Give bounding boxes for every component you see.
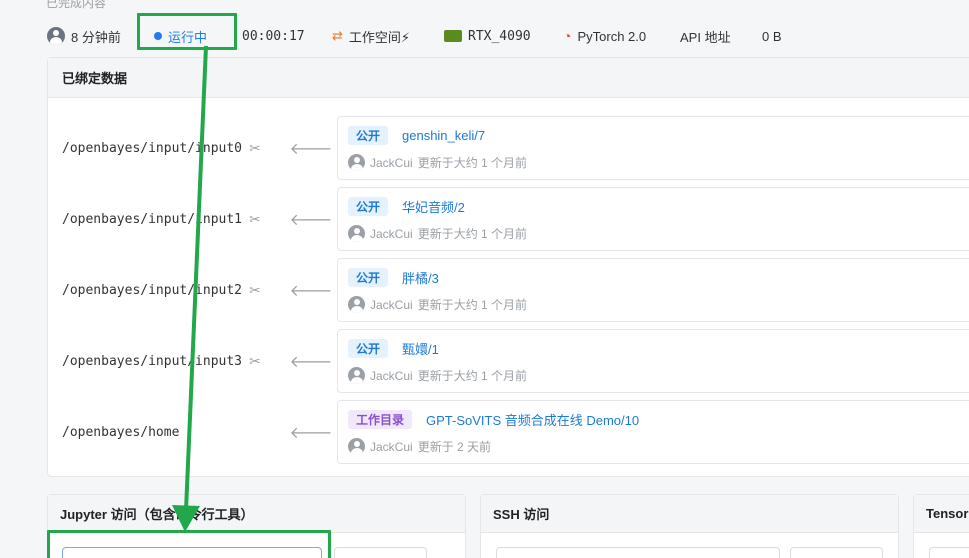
arrow-left-icon: 🡐: [289, 424, 333, 442]
dataset-meta: JackCui 更新于大约 1 个月前: [348, 366, 527, 385]
tensorboard-button[interactable]: [929, 547, 969, 558]
owner-name[interactable]: JackCui: [370, 440, 413, 454]
updated-text: 更新于 2 天前: [417, 440, 492, 454]
workdir-tag: 工作目录: [348, 410, 413, 429]
section-title-cut: 已完成内容: [46, 0, 107, 10]
visibility-tag: 公开: [348, 339, 389, 358]
arrow-left-icon: 🡐: [289, 140, 333, 158]
dataset-meta: JackCui 更新于 2 天前: [348, 437, 491, 456]
dataset-card[interactable]: 公开 甄嬛/1 JackCui 更新于大约 1 个月前: [337, 329, 969, 393]
owner-avatar-icon: [348, 367, 365, 384]
owner-avatar-icon: [348, 225, 365, 242]
dataset-name-link[interactable]: 胖橘/3: [402, 268, 439, 287]
owner-name[interactable]: JackCui: [370, 298, 413, 312]
dataset-meta: JackCui 更新于大约 1 个月前: [348, 295, 527, 314]
elapsed-time: 00:00:17: [242, 28, 305, 44]
mount-path: /openbayes/input/input0: [62, 140, 243, 156]
unlink-icon[interactable]: ✂: [246, 281, 264, 299]
mount-path: /openbayes/input/input1: [62, 211, 243, 227]
dataset-meta: JackCui 更新于大约 1 个月前: [348, 153, 527, 172]
bound-row: /openbayes/input/input3 ✂ 🡐 公开 甄嬛/1 Jack…: [48, 329, 969, 393]
dataset-meta: JackCui 更新于大约 1 个月前: [348, 224, 527, 243]
time-ago-text: 8 分钟前: [71, 29, 121, 45]
storage-size: 0 B: [762, 28, 782, 44]
owner-name[interactable]: JackCui: [370, 156, 413, 170]
ssh-access-title: SSH 访问: [481, 495, 898, 533]
dataset-card[interactable]: 公开 genshin_keli/7 JackCui 更新于大约 1 个月前: [337, 116, 969, 180]
ssh-command-field[interactable]: [496, 547, 780, 558]
jupyter-highlight-box: [47, 530, 331, 558]
mount-path: /openbayes/input/input2: [62, 282, 243, 298]
bound-row: /openbayes/input/input2 ✂ 🡐 公开 胖橘/3 Jack…: [48, 258, 969, 322]
dataset-card[interactable]: 公开 胖橘/3 JackCui 更新于大约 1 个月前: [337, 258, 969, 322]
user-avatar-icon: [47, 27, 65, 45]
jupyter-access-title: Jupyter 访问（包含命令行工具）: [48, 495, 465, 533]
updated-text: 更新于大约 1 个月前: [417, 156, 528, 170]
bound-data-title: 已绑定数据: [48, 58, 969, 98]
pytorch-icon: ◔: [563, 28, 572, 44]
unlink-icon[interactable]: ✂: [246, 139, 264, 157]
api-address-link[interactable]: API 地址: [680, 14, 731, 58]
bound-row: /openbayes/input/input1 ✂ 🡐 公开 华妃音频/2 Ja…: [48, 187, 969, 251]
gpu-text: RTX_4090: [468, 28, 531, 44]
workspace-text: 工作空间⚡: [348, 29, 411, 45]
arrow-left-icon: 🡐: [289, 282, 333, 300]
workspace-icon: ⇄: [332, 28, 343, 43]
visibility-tag: 公开: [348, 268, 389, 287]
updated-text: 更新于大约 1 个月前: [417, 298, 528, 312]
ssh-access-panel: SSH 访问: [480, 494, 899, 558]
jupyter-secondary-button[interactable]: [334, 547, 427, 558]
tensorboard-access-panel: Tensor: [913, 494, 969, 558]
bound-row: /openbayes/home 🡐 工作目录 GPT-SoVITS 音频合成在线…: [48, 400, 969, 464]
unlink-icon[interactable]: ✂: [246, 210, 264, 228]
time-ago: 8 分钟前: [47, 14, 121, 58]
framework: ◔ PyTorch 2.0: [563, 14, 646, 58]
arrow-left-icon: 🡐: [289, 353, 333, 371]
owner-avatar-icon: [348, 438, 365, 455]
status-highlight-box: [137, 13, 237, 50]
dataset-card[interactable]: 工作目录 GPT-SoVITS 音频合成在线 Demo/10 JackCui 更…: [337, 400, 969, 464]
mount-path: /openbayes/input/input3: [62, 353, 243, 369]
owner-name[interactable]: JackCui: [370, 227, 413, 241]
owner-name[interactable]: JackCui: [370, 369, 413, 383]
dataset-name-link[interactable]: 甄嬛/1: [402, 339, 439, 358]
arrow-left-icon: 🡐: [289, 211, 333, 229]
visibility-tag: 公开: [348, 126, 389, 145]
dataset-name-link[interactable]: GPT-SoVITS 音频合成在线 Demo/10: [426, 410, 639, 429]
unlink-icon[interactable]: ✂: [246, 352, 264, 370]
bound-row: /openbayes/input/input0 ✂ 🡐 公开 genshin_k…: [48, 116, 969, 180]
dataset-name-link[interactable]: 华妃音频/2: [402, 197, 465, 216]
framework-text: PyTorch 2.0: [577, 28, 647, 44]
tensorboard-access-title: Tensor: [914, 495, 969, 533]
updated-text: 更新于大约 1 个月前: [417, 369, 528, 383]
owner-avatar-icon: [348, 296, 365, 313]
dataset-card[interactable]: 公开 华妃音频/2 JackCui 更新于大约 1 个月前: [337, 187, 969, 251]
updated-text: 更新于大约 1 个月前: [417, 227, 528, 241]
nvidia-icon: [444, 30, 462, 42]
dataset-name-link[interactable]: genshin_keli/7: [402, 126, 485, 145]
gpu: RTX_4090: [444, 14, 531, 58]
bound-data-panel: 已绑定数据 /openbayes/input/input0 ✂ 🡐 公开 gen…: [47, 57, 969, 477]
mount-path: /openbayes/home: [62, 424, 180, 440]
ssh-copy-button[interactable]: [790, 547, 883, 558]
owner-avatar-icon: [348, 154, 365, 171]
visibility-tag: 公开: [348, 197, 389, 216]
workspace: ⇄ 工作空间⚡: [332, 14, 410, 58]
